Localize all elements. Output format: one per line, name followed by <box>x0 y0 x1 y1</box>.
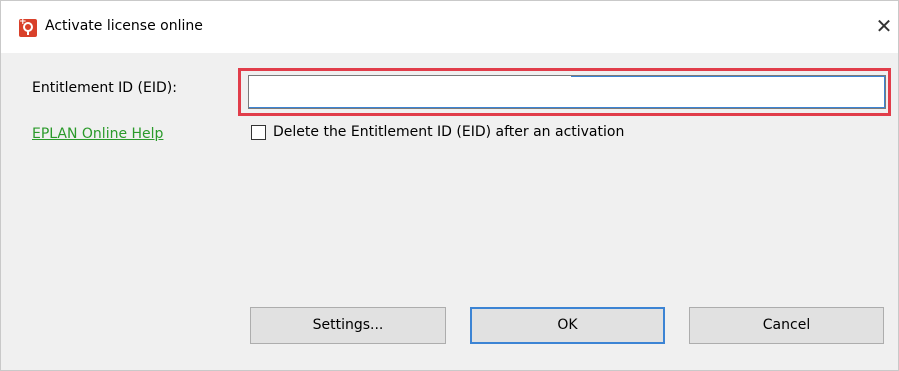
activate-license-dialog: + Activate license online ✕ Entitlement … <box>0 0 899 371</box>
cancel-button[interactable]: Cancel <box>689 307 884 344</box>
focus-border-right <box>884 76 885 108</box>
delete-eid-checkbox[interactable] <box>251 125 266 140</box>
delete-eid-checkbox-label[interactable]: Delete the Entitlement ID (EID) after an… <box>273 124 624 140</box>
title-bar: + Activate license online ✕ <box>1 1 898 53</box>
settings-button[interactable]: Settings... <box>250 307 446 344</box>
eid-label: Entitlement ID (EID): <box>32 80 177 96</box>
ok-button[interactable]: OK <box>470 307 665 344</box>
focus-border-top <box>571 76 885 77</box>
resize-grip-icon[interactable] <box>888 360 894 366</box>
focus-border-bottom <box>249 107 885 108</box>
license-icon: + <box>19 17 37 37</box>
online-help-link[interactable]: EPLAN Online Help <box>32 126 163 142</box>
close-icon[interactable]: ✕ <box>873 13 895 39</box>
window-title: Activate license online <box>45 18 203 34</box>
eid-input[interactable] <box>248 75 886 109</box>
license-icon-tail <box>27 31 29 35</box>
